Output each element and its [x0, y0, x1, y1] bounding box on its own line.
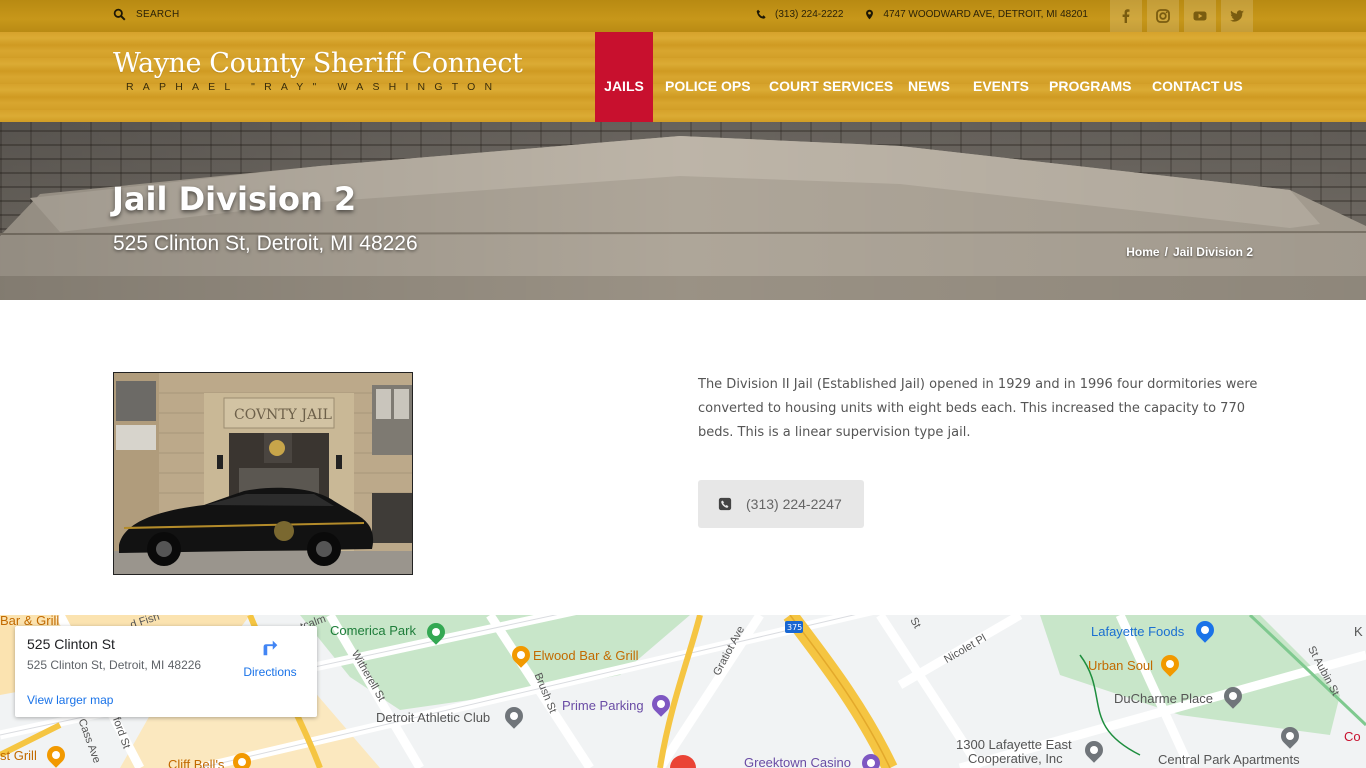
map-label-central-park[interactable]: Central Park Apartments — [1158, 752, 1300, 767]
jail-photo: COVNTY JAIL — [113, 372, 413, 575]
map-label-detroit-athletic-club[interactable]: Detroit Athletic Club — [376, 710, 490, 725]
breadcrumb-separator: / — [1164, 245, 1168, 259]
search-label: SEARCH — [136, 9, 180, 20]
nav-contact-us[interactable]: CONTACT US — [1152, 32, 1243, 122]
breadcrumb-home[interactable]: Home — [1126, 245, 1159, 259]
call-button-label: (313) 224-2247 — [746, 496, 842, 512]
view-larger-map-link[interactable]: View larger map — [27, 693, 113, 707]
top-bar: SEARCH (313) 224-2222 4747 WOODWARD AVE,… — [0, 0, 1366, 32]
nav-police-ops[interactable]: POLICE OPS — [665, 32, 751, 122]
phone-icon — [756, 9, 766, 19]
search-icon — [113, 8, 126, 21]
map-label-elwood[interactable]: Elwood Bar & Grill — [533, 648, 638, 663]
map-label-st-grill[interactable]: st Grill — [0, 748, 37, 763]
top-contact: (313) 224-2222 4747 WOODWARD AVE, DETROI… — [756, 9, 1088, 20]
map-label-lafayette-east[interactable]: 1300 Lafayette East — [956, 737, 1072, 752]
map-label-co: Co — [1344, 729, 1361, 744]
page-hero: Jail Division 2 525 Clinton St, Detroit,… — [0, 122, 1366, 300]
site-title: Wayne County Sheriff Connect — [113, 48, 523, 79]
google-map[interactable]: 375 Comerica Park Elwood Bar & Grill Pri… — [0, 615, 1366, 768]
map-label-k: K — [1354, 624, 1363, 639]
instagram-link[interactable] — [1147, 0, 1179, 32]
map-label-prime-parking[interactable]: Prime Parking — [562, 698, 644, 713]
breadcrumb: Home / Jail Division 2 — [1126, 245, 1253, 259]
map-info-card: 525 Clinton St 525 Clinton St, Detroit, … — [15, 626, 317, 717]
page-subtitle-address: 525 Clinton St, Detroit, MI 48226 — [113, 232, 418, 255]
top-phone[interactable]: (313) 224-2222 — [775, 9, 843, 20]
site-logo[interactable]: Wayne County Sheriff Connect RAPHAEL "RA… — [113, 48, 523, 93]
map-label-comerica-park[interactable]: Comerica Park — [330, 623, 416, 638]
call-button[interactable]: (313) 224-2247 — [698, 480, 864, 528]
breadcrumb-current: Jail Division 2 — [1172, 245, 1253, 259]
top-address: 4747 WOODWARD AVE, DETROIT, MI 48201 — [883, 9, 1088, 20]
map-label-urban-soul[interactable]: Urban Soul — [1088, 658, 1153, 673]
youtube-link[interactable] — [1184, 0, 1216, 32]
jail-sign-text: COVNTY JAIL — [234, 407, 332, 423]
facebook-icon — [1122, 9, 1130, 23]
map-marker-icon — [866, 9, 874, 20]
map-label-lafayette-east-2: Cooperative, Inc — [968, 751, 1063, 766]
youtube-icon — [1193, 11, 1207, 21]
nav-court-services[interactable]: COURT SERVICES — [769, 32, 893, 122]
directions-button[interactable]: Directions — [243, 636, 297, 679]
nav-programs[interactable]: PROGRAMS — [1049, 32, 1131, 122]
directions-label: Directions — [243, 665, 297, 679]
directions-icon — [263, 640, 278, 656]
map-label-ducharme[interactable]: DuCharme Place — [1114, 691, 1213, 706]
map-card-name: 525 Clinton St — [27, 636, 115, 652]
facebook-link[interactable] — [1110, 0, 1142, 32]
phone-square-icon — [718, 497, 732, 511]
page-title: Jail Division 2 — [112, 180, 357, 218]
map-label-lafayette-foods[interactable]: Lafayette Foods — [1091, 624, 1184, 639]
nav-events[interactable]: EVENTS — [973, 32, 1029, 122]
twitter-link[interactable] — [1221, 0, 1253, 32]
nav-news[interactable]: NEWS — [908, 32, 950, 122]
instagram-icon — [1156, 9, 1170, 23]
jail-description: The Division II Jail (Established Jail) … — [698, 377, 1258, 440]
search-trigger[interactable]: SEARCH — [113, 8, 179, 21]
site-subtitle: RAPHAEL "RAY" WASHINGTON — [126, 81, 502, 93]
main-header: Wayne County Sheriff Connect RAPHAEL "RA… — [0, 32, 1366, 122]
map-card-address: 525 Clinton St, Detroit, MI 48226 — [27, 658, 202, 672]
map-label-cliff-bells[interactable]: Cliff Bell's — [168, 757, 224, 768]
twitter-icon — [1230, 10, 1244, 22]
i375-shield: 375 — [787, 623, 802, 632]
map-label-greektown[interactable]: Greektown Casino — [744, 755, 851, 768]
nav-jails[interactable]: JAILS — [595, 32, 653, 122]
